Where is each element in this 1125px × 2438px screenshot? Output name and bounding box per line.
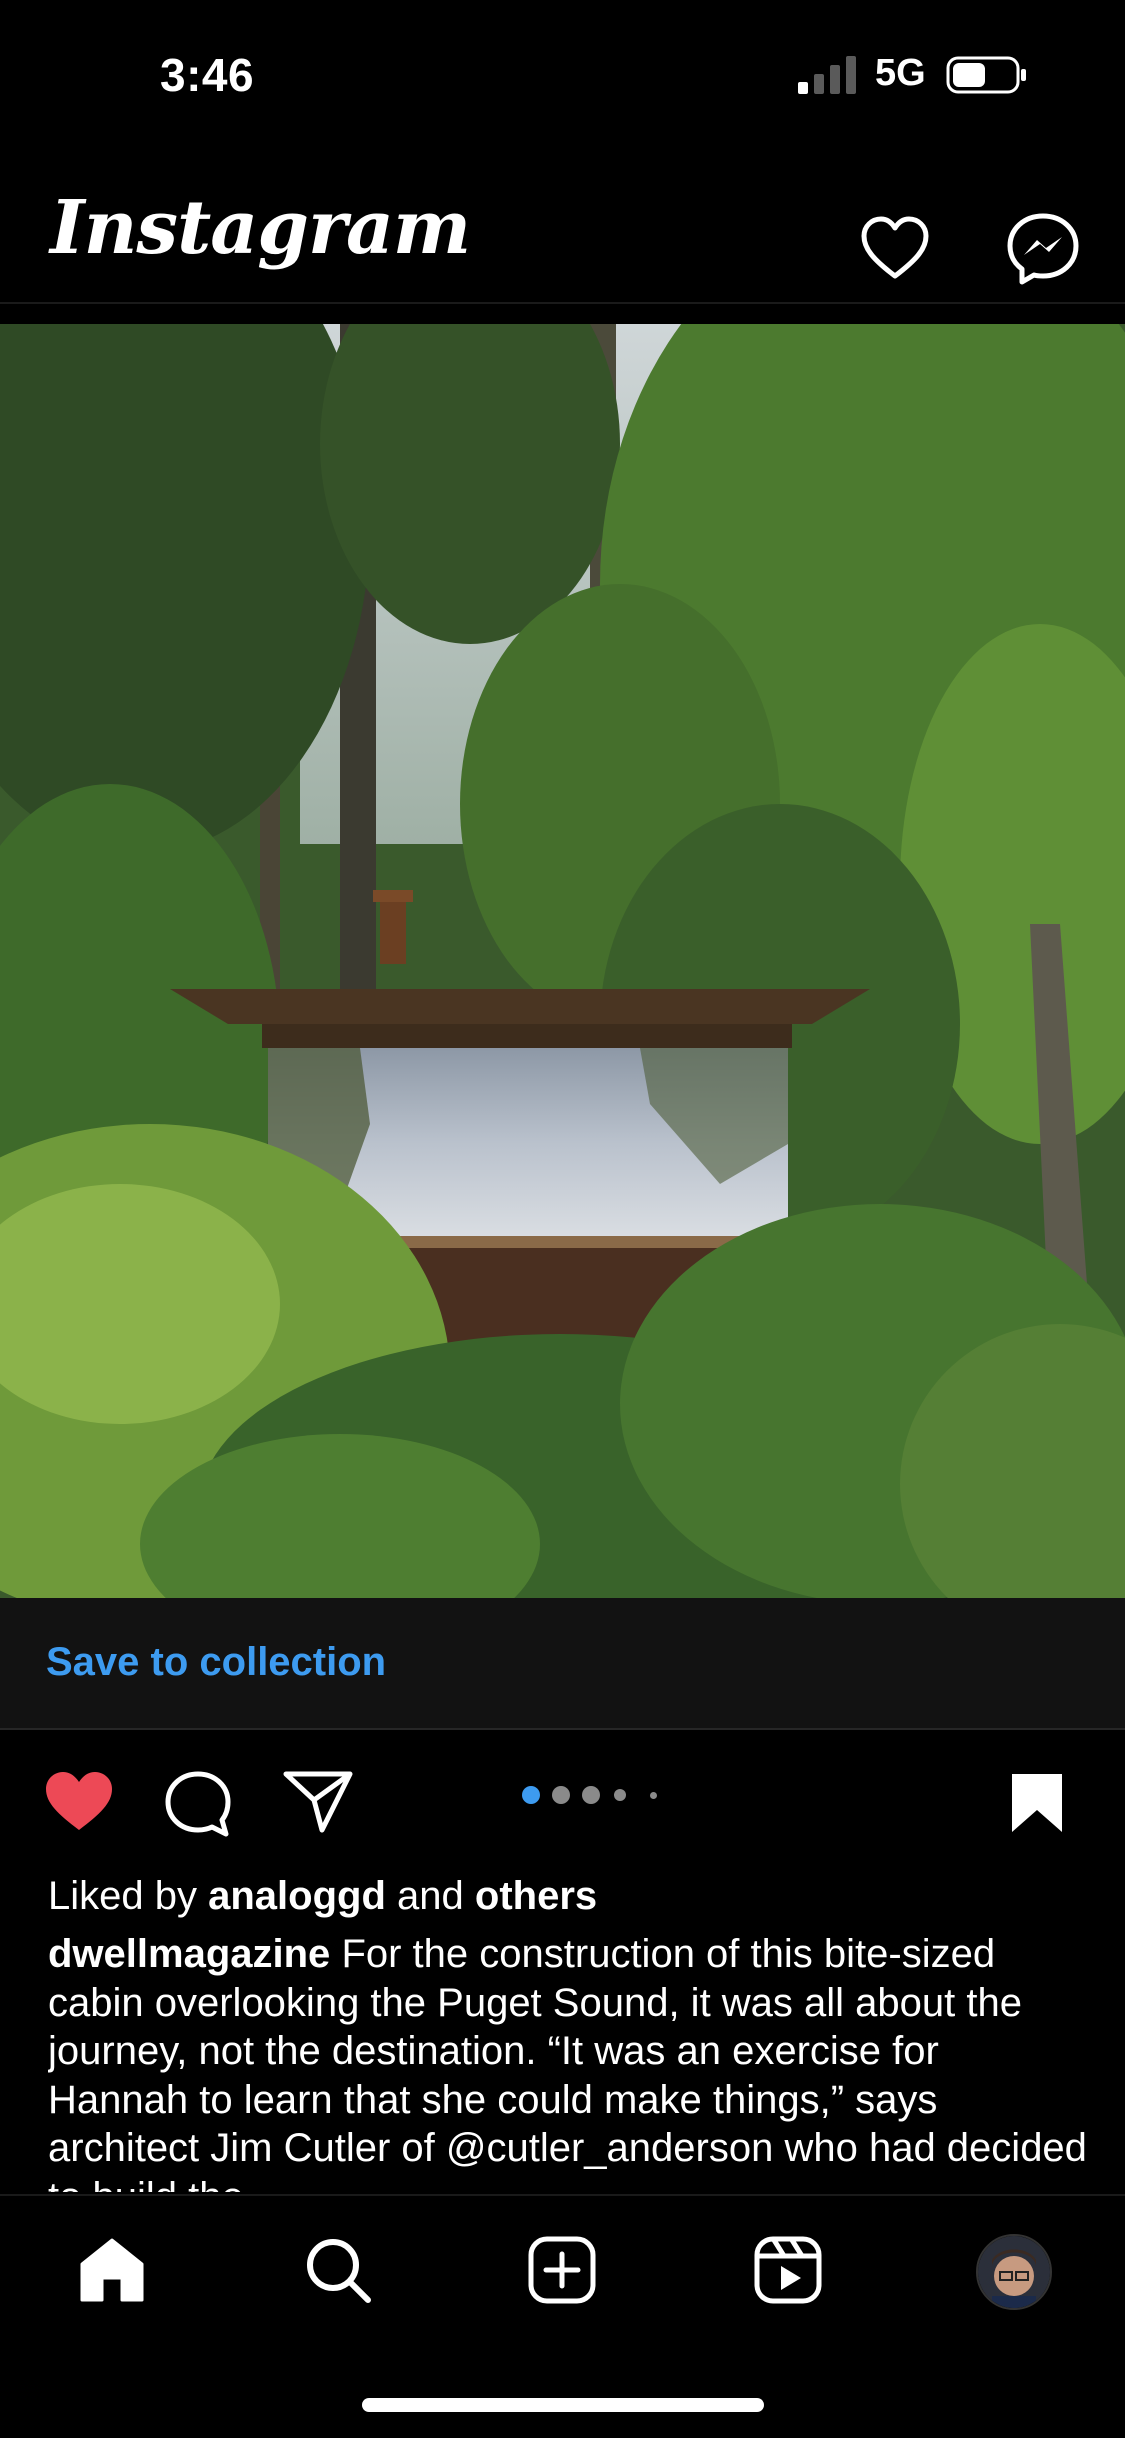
liked-by-username[interactable]: analoggd (208, 1874, 386, 1918)
heart-filled-icon[interactable] (42, 1768, 116, 1834)
battery-icon (946, 56, 1026, 94)
home-indicator (362, 2398, 764, 2412)
save-to-collection-link[interactable]: Save to collection (46, 1640, 386, 1685)
likes-prefix: Liked by (48, 1874, 197, 1918)
home-icon[interactable] (76, 2234, 148, 2306)
avatar-image (978, 2236, 1050, 2308)
search-icon[interactable] (302, 2234, 374, 2306)
instagram-logo[interactable]: Instagram (50, 185, 471, 271)
heart-icon[interactable] (858, 212, 932, 286)
caption-username[interactable]: dwellmagazine (48, 1932, 330, 1976)
carousel-dot-4 (614, 1789, 626, 1801)
cellular-signal-icon (798, 56, 856, 94)
reels-icon[interactable] (752, 2234, 824, 2306)
carousel-dot-3 (582, 1786, 600, 1804)
messenger-icon[interactable] (1004, 210, 1082, 288)
status-time: 3:46 (160, 49, 255, 101)
profile-avatar[interactable] (976, 2234, 1052, 2310)
likes-joiner: and (397, 1874, 464, 1918)
carousel-dot-5 (650, 1792, 657, 1799)
post-caption[interactable]: dwellmagazine For the construction of th… (48, 1930, 1088, 2192)
likes-summary[interactable]: Liked by analoggd and others (48, 1874, 597, 1919)
likes-others-link[interactable]: others (475, 1874, 597, 1918)
photo-cabin-illustration (0, 324, 1125, 1598)
send-icon[interactable] (282, 1768, 354, 1834)
network-type: 5G (875, 52, 926, 94)
create-icon[interactable] (526, 2234, 598, 2306)
header-divider (0, 302, 1125, 304)
comment-icon[interactable] (162, 1768, 234, 1840)
post-photo[interactable] (0, 324, 1125, 1598)
carousel-dot-2 (552, 1786, 570, 1804)
carousel-dot-1 (522, 1786, 540, 1804)
bookmark-filled-icon[interactable] (1008, 1770, 1066, 1836)
